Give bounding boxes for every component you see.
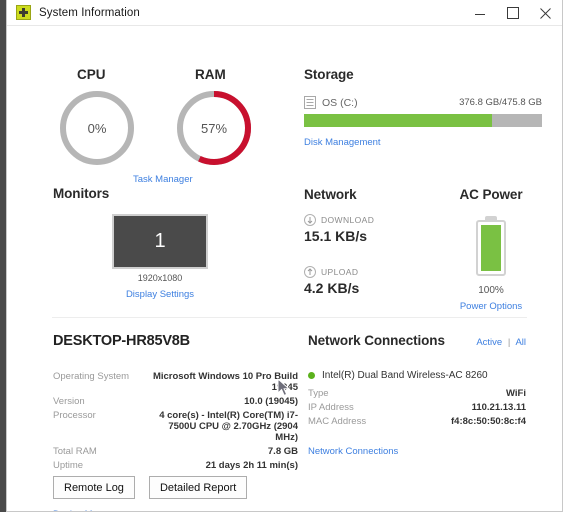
remote-log-button[interactable]: Remote Log xyxy=(53,476,135,499)
hostname: DESKTOP-HR85V8B xyxy=(53,333,190,349)
connection-field-value: f4:8c:50:50:8c:f4 xyxy=(451,415,526,427)
disk-management-link[interactable]: Disk Management xyxy=(304,137,381,148)
system-spec-table: Operating System Microsoft Windows 10 Pro… xyxy=(53,369,298,472)
upload-label-row: UPLOAD xyxy=(304,266,434,278)
spec-key: Processor xyxy=(53,409,96,421)
arrow-up-circle-icon xyxy=(304,266,316,278)
spec-key: Total RAM xyxy=(53,445,97,457)
table-row: Operating System Microsoft Windows 10 Pro… xyxy=(53,369,298,394)
disk-name: OS (C:) xyxy=(322,96,358,109)
connection-field-key: MAC Address xyxy=(308,415,367,427)
table-row: Total RAM 7.8 GB xyxy=(53,444,298,458)
network-connections-section: Network Connections Active | All Intel(R… xyxy=(308,333,526,459)
table-row: Processor 4 core(s) - Intel(R) Core(TM) i… xyxy=(53,408,298,444)
close-button[interactable] xyxy=(529,0,562,26)
content-area: CPU 0% RAM 57% Task Manager Storage OS (… xyxy=(7,26,562,511)
battery-percent: 100% xyxy=(478,285,504,296)
ac-power-title: AC Power xyxy=(459,187,523,202)
detailed-report-button[interactable]: Detailed Report xyxy=(148,476,248,499)
filter-separator: | xyxy=(507,337,511,348)
connection-field-key: IP Address xyxy=(308,401,354,413)
minimize-button[interactable] xyxy=(463,0,496,26)
network-connections-header: Network Connections Active | All xyxy=(308,333,526,348)
titlebar: System Information xyxy=(7,0,562,26)
plus-square-icon xyxy=(16,5,31,20)
battery-icon xyxy=(476,220,506,276)
cpu-gauge: 0% xyxy=(57,88,137,173)
cpu-value: 0% xyxy=(87,121,107,136)
spec-key: Version xyxy=(53,395,85,407)
storage-title: Storage xyxy=(304,67,354,82)
action-buttons: Remote Log Detailed Report xyxy=(53,476,248,499)
spec-value: Microsoft Windows 10 Pro Build 19045 xyxy=(152,370,298,393)
table-row: Uptime 21 days 2h 11 min(s) xyxy=(53,458,298,472)
system-spec-body: Operating System Microsoft Windows 10 Pro… xyxy=(53,369,298,472)
connection-field-key: Type xyxy=(308,387,329,399)
table-row: MAC Address f4:8c:50:50:8c:f4 xyxy=(308,414,526,428)
connection-details-body: Type WiFi IP Address 110.21.13.11 MAC Addres… xyxy=(308,386,526,428)
window-title: System Information xyxy=(39,6,140,19)
window-controls xyxy=(463,0,562,26)
table-row: IP Address 110.21.13.11 xyxy=(308,400,526,414)
download-value: 15.1 KB/s xyxy=(304,228,368,244)
table-row: Type WiFi xyxy=(308,386,526,400)
adapter-name: Intel(R) Dual Band Wireless-AC 8260 xyxy=(322,370,488,381)
cpu-title: CPU xyxy=(77,67,106,82)
upload-value: 4.2 KB/s xyxy=(304,280,360,296)
close-icon xyxy=(540,7,551,19)
network-title: Network xyxy=(304,187,357,202)
spec-value: 7.8 GB xyxy=(267,445,298,457)
monitor-preview[interactable]: 1 xyxy=(112,214,208,269)
disk-usage-fill xyxy=(304,114,493,127)
storage-section: Storage OS (C:) 376.8 GB/475.8 GB Disk M… xyxy=(304,67,542,150)
maximize-button[interactable] xyxy=(496,0,529,26)
spec-key: Operating System xyxy=(53,370,130,382)
disk-usage-bar xyxy=(304,114,542,127)
disk-size-text: 376.8 GB/475.8 GB xyxy=(459,97,542,108)
network-speed-section: Network DOWNLOAD 15.1 KB/s UPLOAD 4.2 KB… xyxy=(304,187,434,296)
table-row: Version 10.0 (19045) xyxy=(53,394,298,408)
filter-all[interactable]: All xyxy=(515,337,526,348)
ram-title: RAM xyxy=(195,67,226,82)
ram-gauge: 57% xyxy=(174,88,254,173)
section-divider xyxy=(52,317,527,318)
arrow-down-circle-icon xyxy=(304,214,316,226)
monitors-title: Monitors xyxy=(53,186,110,201)
download-label-row: DOWNLOAD xyxy=(304,214,434,226)
ram-value: 57% xyxy=(200,121,228,136)
disk-label: OS (C:) xyxy=(304,96,358,109)
spec-value: 21 days 2h 11 min(s) xyxy=(205,459,298,471)
storage-disk-row: OS (C:) 376.8 GB/475.8 GB xyxy=(304,96,542,109)
upload-label: UPLOAD xyxy=(321,267,359,277)
adapter-row: Intel(R) Dual Band Wireless-AC 8260 xyxy=(308,370,526,381)
task-manager-link[interactable]: Task Manager xyxy=(133,174,193,185)
connection-field-value: WiFi xyxy=(506,387,526,399)
download-label: DOWNLOAD xyxy=(321,215,375,225)
connection-field-value: 110.21.13.11 xyxy=(471,401,526,413)
ac-power-section: AC Power 100% Power Options xyxy=(439,187,543,314)
network-connections-filter: Active | All xyxy=(476,337,526,348)
status-dot-icon xyxy=(308,372,315,379)
disk-drive-icon xyxy=(304,96,316,109)
system-information-window: System Information CPU 0% RAM 57% Task M… xyxy=(6,0,563,512)
connection-details-table: Type WiFi IP Address 110.21.13.11 MAC Addres… xyxy=(308,386,526,428)
network-connections-link[interactable]: Network Connections xyxy=(308,446,398,457)
network-connections-title: Network Connections xyxy=(308,333,445,348)
monitor-resolution: 1920x1080 xyxy=(137,273,183,283)
spec-value: 4 core(s) - Intel(R) Core(TM) i7-7500U C… xyxy=(159,409,298,443)
battery-fill xyxy=(481,225,501,271)
system-info-section: DESKTOP-HR85V8B Operating System Microsof… xyxy=(53,333,298,472)
display-settings-link[interactable]: Display Settings xyxy=(112,289,208,300)
spec-key: Uptime xyxy=(53,459,84,471)
spec-value: 10.0 (19045) xyxy=(244,395,298,407)
power-options-link[interactable]: Power Options xyxy=(460,301,522,312)
monitor-number: 1 xyxy=(154,230,166,252)
filter-active[interactable]: Active xyxy=(476,337,502,348)
